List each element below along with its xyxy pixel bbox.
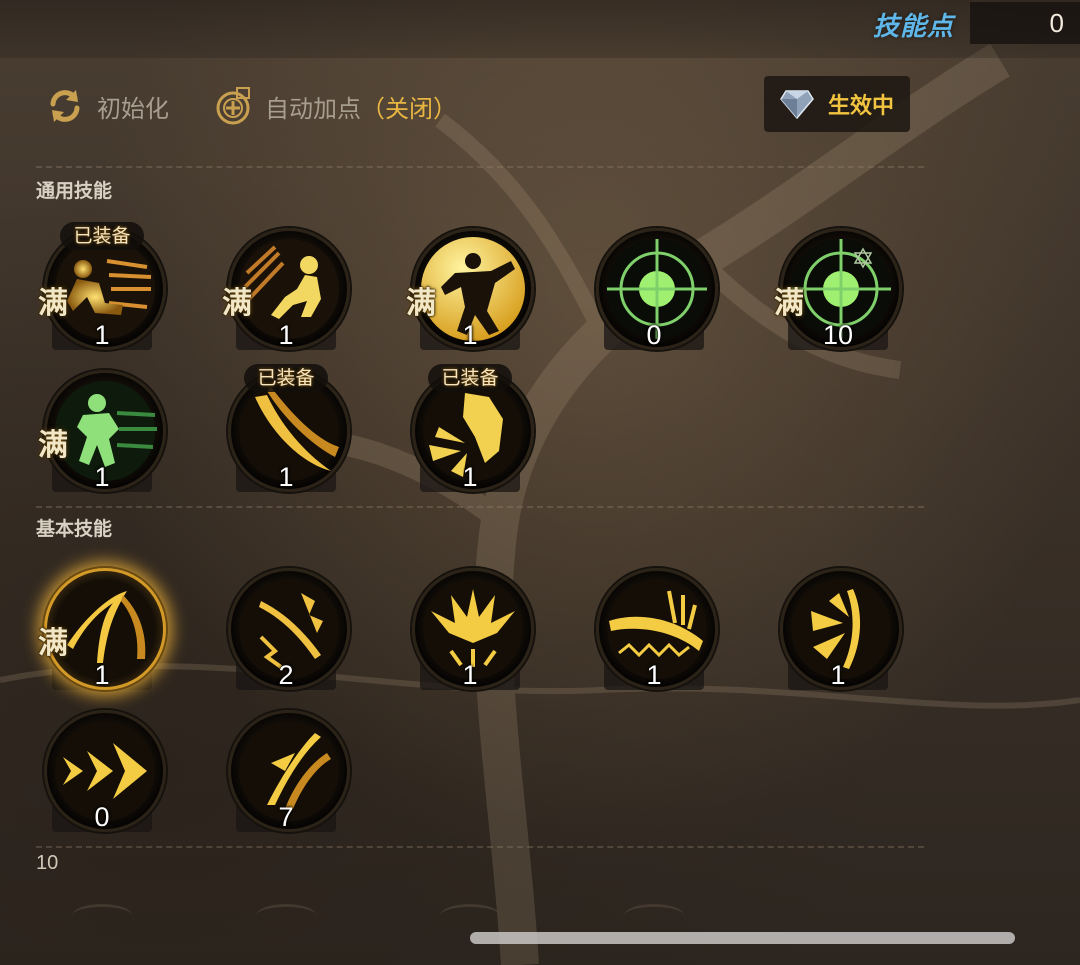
skill-slot[interactable]: 已装备 满 1 <box>38 222 166 354</box>
max-badge: 满 <box>774 286 804 321</box>
skill-slot[interactable]: 已装备 1 <box>410 364 534 496</box>
max-badge: 满 <box>222 286 252 321</box>
next-skill-peek <box>440 904 500 927</box>
next-skill-peek <box>256 904 316 927</box>
skill-level: 1 <box>94 660 110 690</box>
skill-slot[interactable]: 7 <box>226 708 350 836</box>
effect-active-label: 生效中 <box>827 94 894 119</box>
skill-level: 1 <box>462 320 478 350</box>
skill-slot[interactable]: 2 <box>226 566 350 694</box>
next-section-title: 10 <box>36 852 59 874</box>
max-badge: 满 <box>406 286 436 321</box>
skill-level: 1 <box>646 660 662 690</box>
skill-level: 1 <box>830 660 846 690</box>
general-skills-title: 通用技能 <box>36 180 113 202</box>
skill-level: 0 <box>646 320 662 350</box>
skill-slot[interactable]: 满 1 <box>222 226 350 354</box>
divider <box>36 506 924 508</box>
auto-plus-icon <box>216 87 250 125</box>
skill-slot[interactable]: 满 1 <box>406 226 534 354</box>
equipped-badge: 已装备 <box>428 364 512 392</box>
skill-slot[interactable]: 0 <box>42 708 166 836</box>
skill-level: 7 <box>278 802 294 832</box>
reset-button[interactable]: 初始化 <box>45 86 169 126</box>
reset-label: 初始化 <box>97 94 169 123</box>
divider <box>36 846 924 848</box>
skill-level: 1 <box>278 320 294 350</box>
skill-level: 1 <box>94 462 110 492</box>
skill-level: 1 <box>462 462 478 492</box>
auto-add-button[interactable]: 自动加点 （关闭） <box>213 86 457 126</box>
skill-level: 1 <box>462 660 478 690</box>
skill-slot[interactable]: 0 <box>594 226 718 354</box>
auto-add-label: 自动加点 <box>265 94 361 123</box>
skill-slot[interactable]: 已装备 1 <box>226 364 350 496</box>
skill-points-label: 技能点 <box>872 12 954 42</box>
skill-slot[interactable]: 1 <box>778 566 902 694</box>
max-badge: 满 <box>38 428 68 463</box>
scrollbar[interactable] <box>470 932 1015 944</box>
skill-slot[interactable]: 1 <box>410 566 534 694</box>
skill-level: 10 <box>822 320 854 350</box>
skill-level: 0 <box>94 802 110 832</box>
skill-slot[interactable]: 满 1 <box>38 566 166 694</box>
skill-slot[interactable]: 1 <box>594 566 718 694</box>
divider <box>36 166 924 168</box>
refresh-icon <box>50 90 80 122</box>
next-skill-peek <box>72 904 132 927</box>
skill-slot[interactable]: 满 10 <box>774 226 902 354</box>
max-badge: 满 <box>38 286 68 321</box>
skill-level: 2 <box>278 660 294 690</box>
skill-level: 1 <box>94 320 110 350</box>
auto-add-state: （关闭） <box>361 94 457 123</box>
skill-points-value: 0 <box>1049 8 1064 38</box>
max-badge: 满 <box>38 626 68 661</box>
basic-skills-title: 基本技能 <box>36 518 113 540</box>
skill-level: 1 <box>278 462 294 492</box>
equipped-badge: 已装备 <box>244 364 328 392</box>
next-skill-peek <box>624 904 684 927</box>
skill-points-box: 0 <box>970 2 1080 44</box>
skill-slot[interactable]: 满 1 <box>38 368 166 496</box>
effect-active-button[interactable]: 生效中 <box>764 76 910 132</box>
equipped-badge: 已装备 <box>60 222 144 250</box>
diamond-icon <box>780 90 814 119</box>
